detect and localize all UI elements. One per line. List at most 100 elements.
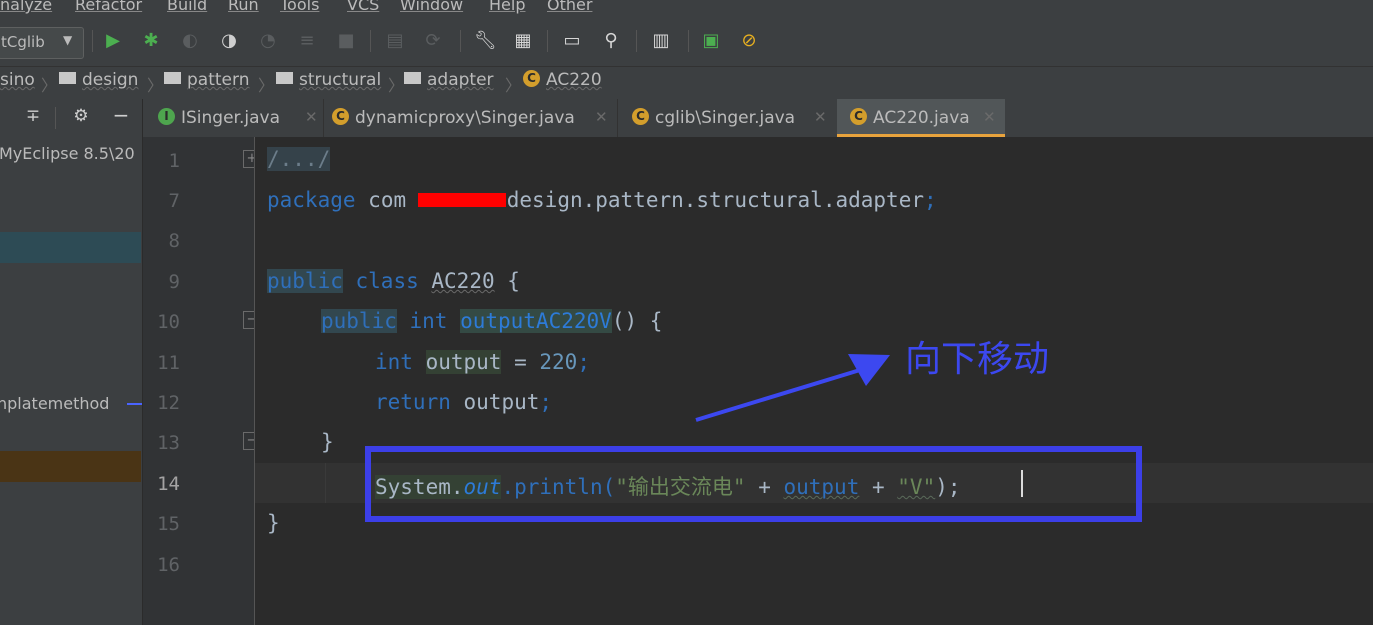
line-number: 8 [168,230,180,252]
toolbar-separator [92,30,93,52]
rerun-icon[interactable]: ≡ [296,30,318,52]
redaction-mark [418,193,506,207]
breadcrumb: sino 〉 design 〉 pattern 〉 structural 〉 a… [0,66,1373,100]
coverage-icon[interactable]: ◐ [179,30,201,52]
code-line-7: package com .design.pattern.structural.ad… [267,188,937,212]
annotation-highlight-box [365,446,1142,522]
project-panel: ∓ ⚙ − MyEclipse 8.5\20 nplatemethod [0,99,143,625]
line-number: 13 [157,432,180,454]
chevron-right-icon: 〉 [41,76,58,95]
line-number: 12 [157,392,180,414]
gear-icon[interactable]: ⚙ [70,105,92,127]
menu-help[interactable]: Help [489,0,525,14]
interface-icon: I [158,107,175,125]
chevron-right-icon: 〉 [147,76,164,95]
vcs-icon[interactable]: ▥ [650,30,672,52]
no-entry-icon[interactable]: ⊘ [738,30,760,52]
folder-icon [59,72,76,84]
breadcrumb-item-class[interactable]: C AC220 [523,69,602,92]
class-icon: C [523,69,540,87]
class-icon: C [332,107,349,125]
tab-dynamicproxy-singer[interactable]: Cdynamicproxy\Singer.java ✕ [323,99,618,137]
close-icon[interactable]: ✕ [983,108,996,126]
class-icon: C [632,107,649,125]
toolbar-separator [460,30,461,52]
highlighted-tree-row[interactable] [0,451,141,482]
line-number: 9 [168,271,180,293]
project-structure-icon[interactable]: ▦ [512,30,534,52]
annotation-arrow-icon [695,354,890,422]
editor-tabs: I ISinger.java ✕ Cdynamicproxy\Singer.jav… [143,99,1373,138]
panel-separator [55,107,56,129]
breadcrumb-item-sino[interactable]: sino [0,70,35,92]
toolbar-separator [547,30,548,52]
chevron-down-icon: ▼ [63,33,73,47]
minimize-icon[interactable]: − [110,104,132,126]
terminal-icon[interactable]: ▭ [561,30,583,52]
selected-tree-row[interactable] [0,232,141,263]
line-number: 15 [157,513,180,535]
breadcrumb-item-adapter[interactable]: adapter [404,70,494,92]
tab-isinger[interactable]: I ISinger.java ✕ [155,99,323,137]
menu-bar: nalyze Refactor Build Run Tools VCS Wind… [0,0,1373,18]
build-icon[interactable]: ▤ [384,30,406,52]
menu-tools[interactable]: Tools [280,0,319,14]
breadcrumb-item-structural[interactable]: structural [276,70,381,92]
code-line-11: int output = 220; [375,350,590,374]
run-configuration-select[interactable]: tCglib ▼ [0,27,84,59]
line-number-current: 14 [157,473,180,495]
line-number: 1 [168,150,180,172]
class-icon: C [850,107,867,125]
menu-other[interactable]: Other [547,0,592,14]
indent-guide [325,463,326,503]
code-line-10: public int outputAC220V() { [321,309,663,333]
run-configuration-label: tCglib [1,33,45,51]
breadcrumb-item-pattern[interactable]: pattern [164,70,249,92]
menu-refactor[interactable]: Refactor [75,0,142,14]
folder-icon [164,72,181,84]
monitor-icon[interactable]: ▣ [700,30,722,52]
menu-run[interactable]: Run [228,0,259,14]
code-line-1: /.../ [267,147,331,171]
chevron-right-icon: 〉 [258,76,275,95]
code-line-13: } [321,430,334,454]
tab-ac220[interactable]: C AC220.java ✕ [837,99,1005,137]
folder-icon [404,72,421,84]
line-number: 16 [157,554,180,576]
menu-analyze[interactable]: nalyze [0,0,52,14]
toolbar-separator [370,30,371,52]
menu-build[interactable]: Build [167,0,207,14]
code-line-12: return output; [375,390,553,414]
toolbar-separator [688,30,689,52]
chevron-right-icon: 〉 [388,76,405,95]
line-number: 11 [157,352,180,374]
debug-icon[interactable]: ✱ [140,30,162,52]
chevron-right-icon: 〉 [505,76,522,95]
annotation-line [127,403,142,405]
tab-cglib-singer[interactable]: Ccglib\Singer.java ✕ [617,99,838,137]
folder-icon [276,72,293,84]
toolbar [0,18,1373,66]
tree-item-templatemethod[interactable]: nplatemethod [0,394,109,413]
menu-vcs[interactable]: VCS [347,0,379,14]
collapse-all-icon[interactable]: ∓ [22,105,44,127]
sync-icon[interactable]: ⟳ [422,30,444,52]
close-icon[interactable]: ✕ [305,108,318,126]
attach-icon[interactable]: ◔ [257,30,279,52]
code-line-15: } [267,511,280,535]
run-icon[interactable]: ▶ [102,30,124,52]
profile-icon[interactable]: ◑ [218,30,240,52]
line-number: 10 [157,311,180,333]
close-icon[interactable]: ✕ [595,108,608,126]
search-icon[interactable]: ⚲ [600,30,622,52]
stop-icon[interactable]: ■ [335,30,357,52]
code-line-9: public class AC220 { [267,269,520,293]
breadcrumb-item-design[interactable]: design [59,70,138,92]
toolbar-separator [636,30,637,52]
settings-wrench-icon[interactable]: 🔧︎ [474,30,497,52]
menu-window[interactable]: Window [400,0,463,14]
annotation-label: 向下移动 [905,339,1050,380]
line-number: 7 [168,190,180,212]
close-icon[interactable]: ✕ [814,108,827,126]
project-path: MyEclipse 8.5\20 [0,144,135,163]
